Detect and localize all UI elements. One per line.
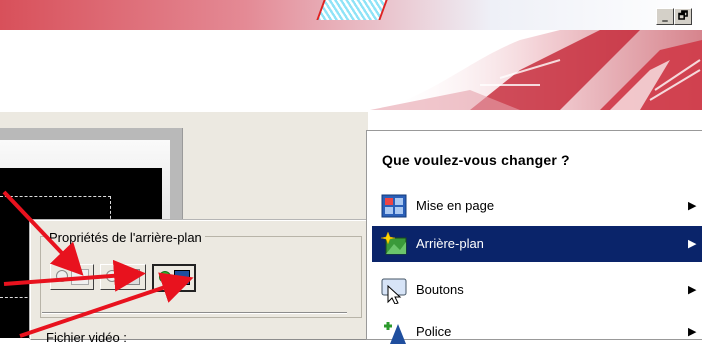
minimize-button[interactable]: _	[656, 8, 674, 25]
menu-item-label: Mise en page	[416, 198, 495, 213]
background-icon	[380, 231, 407, 255]
font-icon	[384, 322, 406, 344]
menu-title: Que voulez-vous changer ?	[382, 152, 570, 168]
buttons-icon	[381, 278, 407, 304]
menu-item-label: Police	[416, 324, 452, 339]
layout-icon	[381, 194, 407, 218]
annotation-arrows	[2, 190, 194, 338]
menu-item-label: Boutons	[416, 282, 464, 297]
header-banner	[0, 30, 702, 110]
submenu-arrow-icon: ▶	[688, 238, 697, 250]
menu-item-background[interactable]: Arrière-plan ▶	[372, 226, 702, 262]
film-reel-graphic	[370, 30, 702, 110]
menu-item-font[interactable]: Police ▶	[372, 314, 702, 350]
submenu-arrow-icon: ▶	[688, 284, 697, 296]
submenu-arrow-icon: ▶	[688, 326, 697, 338]
menu-item-layout[interactable]: Mise en page ▶	[372, 188, 702, 224]
decorative-banner-shape	[316, 0, 388, 20]
menu-item-buttons[interactable]: Boutons ▶	[372, 272, 702, 308]
restore-button[interactable]: 🗗	[674, 8, 692, 25]
submenu-arrow-icon: ▶	[688, 200, 697, 212]
menu-item-label: Arrière-plan	[416, 236, 484, 251]
